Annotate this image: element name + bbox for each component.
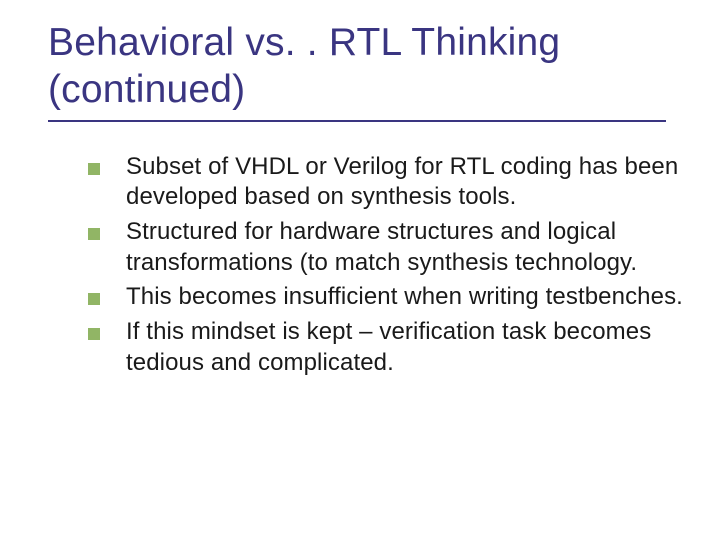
bullet-text: If this mindset is kept – verification t… — [126, 317, 690, 378]
bullet-text: Subset of VHDL or Verilog for RTL coding… — [126, 152, 690, 213]
title-underline — [48, 120, 666, 122]
square-bullet-icon — [88, 163, 100, 175]
list-item: If this mindset is kept – verification t… — [88, 317, 690, 378]
list-item: Subset of VHDL or Verilog for RTL coding… — [88, 152, 690, 213]
slide-title-line1: Behavioral vs. . RTL Thinking — [48, 21, 560, 64]
bullet-text: Structured for hardware structures and l… — [126, 217, 690, 278]
bullet-text: This becomes insufficient when writing t… — [126, 282, 683, 313]
square-bullet-icon — [88, 228, 100, 240]
list-item: This becomes insufficient when writing t… — [88, 282, 690, 313]
list-item: Structured for hardware structures and l… — [88, 217, 690, 278]
square-bullet-icon — [88, 328, 100, 340]
bullet-list: Subset of VHDL or Verilog for RTL coding… — [48, 152, 690, 379]
square-bullet-icon — [88, 293, 100, 305]
slide-title-line2: (continued) — [48, 68, 245, 111]
slide-title: Behavioral vs. . RTL Thinking (continued… — [48, 20, 690, 114]
